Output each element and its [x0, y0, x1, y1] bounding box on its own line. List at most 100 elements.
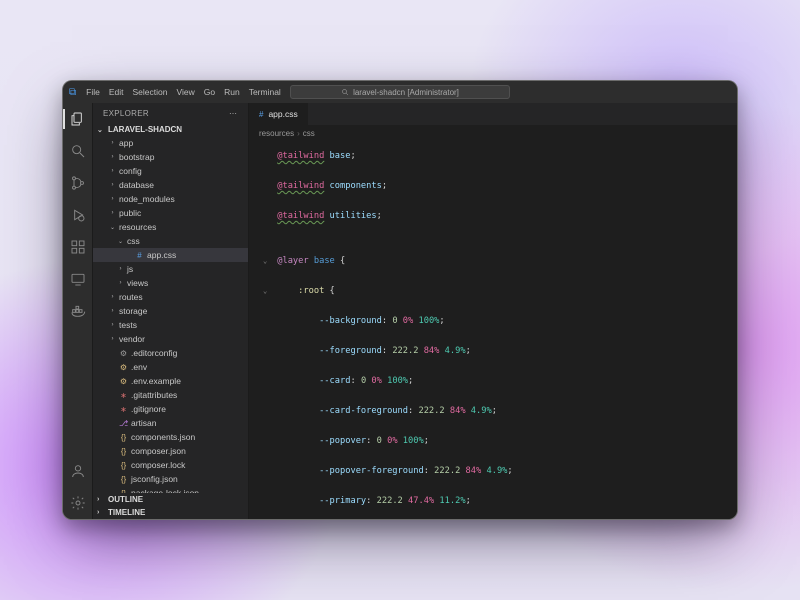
tree-item[interactable]: ·{}composer.json	[93, 444, 248, 458]
menu-edit[interactable]: Edit	[105, 85, 128, 99]
tree-item[interactable]: ⌄css	[93, 234, 248, 248]
outline-section-header[interactable]: › OUTLINE	[93, 493, 248, 506]
tree-item[interactable]: ›public	[93, 206, 248, 220]
menu-terminal[interactable]: Terminal	[245, 85, 285, 99]
file-icon: {}	[119, 433, 128, 442]
tree-item[interactable]: ·∗.gitattributes	[93, 388, 248, 402]
chevron-right-icon: ›	[109, 336, 116, 342]
tree-item[interactable]: ›routes	[93, 290, 248, 304]
tree-item[interactable]: ·∗.gitignore	[93, 402, 248, 416]
tree-item[interactable]: ·{}package-lock.json	[93, 486, 248, 493]
explorer-sidebar: EXPLORER ⋯ ⌄ LARAVEL-SHADCN ›app›bootstr…	[93, 103, 249, 519]
tree-item[interactable]: ›database	[93, 178, 248, 192]
extensions-icon	[70, 239, 86, 255]
chevron-right-icon: ›	[109, 294, 116, 300]
tree-item[interactable]: ·#app.css	[93, 248, 248, 262]
tree-item[interactable]: ·⎇artisan	[93, 416, 248, 430]
explorer-more-icon[interactable]: ⋯	[229, 109, 238, 118]
file-icon: {}	[119, 475, 128, 484]
chevron-right-icon: ›	[297, 129, 300, 138]
tree-item[interactable]: ›js	[93, 262, 248, 276]
files-icon	[70, 111, 86, 127]
debug-icon	[70, 207, 86, 223]
chevron-down-icon: ⌄	[117, 238, 124, 245]
tree-item[interactable]: ⌄resources	[93, 220, 248, 234]
tree-item[interactable]: ·⚙.env.example	[93, 374, 248, 388]
tree-item[interactable]: ›app	[93, 136, 248, 150]
explorer-title: EXPLORER	[103, 109, 149, 118]
file-icon: {}	[119, 461, 128, 470]
tree-item-label: tests	[119, 320, 137, 330]
activity-scm[interactable]	[63, 173, 92, 193]
timeline-section-header[interactable]: › TIMELINE	[93, 506, 248, 519]
activity-search[interactable]	[63, 141, 92, 161]
activity-remote[interactable]	[63, 269, 92, 289]
tree-item[interactable]: ·{}jsconfig.json	[93, 472, 248, 486]
code-editor[interactable]: @tailwind base; @tailwind components; @t…	[249, 141, 737, 519]
tree-item-label: .env	[131, 362, 147, 372]
tree-item-label: artisan	[131, 418, 157, 428]
tree-item[interactable]: ·⚙.editorconfig	[93, 346, 248, 360]
tree-item-label: css	[127, 236, 140, 246]
tree-item[interactable]: ›views	[93, 276, 248, 290]
tree-item-label: resources	[119, 222, 156, 232]
tree-item-label: config	[119, 166, 142, 176]
tree-item[interactable]: ›vendor	[93, 332, 248, 346]
tree-item-label: routes	[119, 292, 143, 302]
tree-item-label: composer.json	[131, 446, 186, 456]
chevron-right-icon: ›	[109, 168, 116, 174]
activity-debug[interactable]	[63, 205, 92, 225]
tree-item[interactable]: ›storage	[93, 304, 248, 318]
tree-item[interactable]: ›tests	[93, 318, 248, 332]
tab-label: app.css	[268, 109, 297, 119]
tree-item-label: .env.example	[131, 376, 181, 386]
menu-selection[interactable]: Selection	[129, 85, 172, 99]
chevron-right-icon: ›	[117, 266, 124, 272]
project-section-header[interactable]: ⌄ LARAVEL-SHADCN	[93, 123, 248, 136]
tab-app-css[interactable]: # app.css	[249, 103, 309, 125]
chevron-right-icon: ›	[109, 140, 116, 146]
tree-item-label: composer.lock	[131, 460, 185, 470]
tree-item-label: node_modules	[119, 194, 175, 204]
settings-gear-icon	[70, 495, 86, 511]
chevron-down-icon: ⌄	[97, 126, 105, 134]
tree-item-label: app	[119, 138, 133, 148]
chevron-right-icon: ›	[109, 308, 116, 314]
chevron-right-icon: ›	[117, 280, 124, 286]
tree-item-label: .gitattributes	[131, 390, 177, 400]
tree-item-label: bootstrap	[119, 152, 154, 162]
tree-item-label: database	[119, 180, 154, 190]
breadcrumb[interactable]: resources › css	[249, 125, 737, 141]
menu-run[interactable]: Run	[220, 85, 244, 99]
activity-account[interactable]	[63, 461, 92, 481]
activity-settings[interactable]	[63, 493, 92, 513]
tree-item-label: storage	[119, 306, 147, 316]
vscode-window: ⧉ FileEditSelectionViewGoRunTerminalHelp…	[62, 80, 738, 520]
file-tree: ›app›bootstrap›config›database›node_modu…	[93, 136, 248, 493]
file-icon: ∗	[119, 391, 128, 400]
menu-go[interactable]: Go	[200, 85, 219, 99]
tree-item[interactable]: ›bootstrap	[93, 150, 248, 164]
tree-item-label: jsconfig.json	[131, 474, 178, 484]
tree-item[interactable]: ·{}composer.lock	[93, 458, 248, 472]
chevron-right-icon: ›	[109, 210, 116, 216]
activity-docker[interactable]	[63, 301, 92, 321]
tree-item[interactable]: ·{}components.json	[93, 430, 248, 444]
command-center[interactable]: laravel-shadcn [Administrator]	[290, 85, 510, 99]
project-name: LARAVEL-SHADCN	[108, 125, 182, 134]
tree-item[interactable]: ·⚙.env	[93, 360, 248, 374]
tree-item[interactable]: ›config	[93, 164, 248, 178]
tree-item[interactable]: ›node_modules	[93, 192, 248, 206]
activity-bar	[63, 103, 93, 519]
menu-file[interactable]: File	[82, 85, 104, 99]
menu-view[interactable]: View	[172, 85, 198, 99]
tab-bar: # app.css	[249, 103, 737, 125]
chevron-right-icon: ›	[109, 182, 116, 188]
file-icon: {}	[119, 447, 128, 456]
activity-extensions[interactable]	[63, 237, 92, 257]
chevron-right-icon: ›	[97, 509, 105, 516]
app-menu: FileEditSelectionViewGoRunTerminalHelp	[82, 85, 311, 99]
activity-explorer[interactable]	[63, 109, 92, 129]
tree-item-label: js	[127, 264, 133, 274]
editor-group: # app.css resources › css @tailwind base…	[249, 103, 737, 519]
